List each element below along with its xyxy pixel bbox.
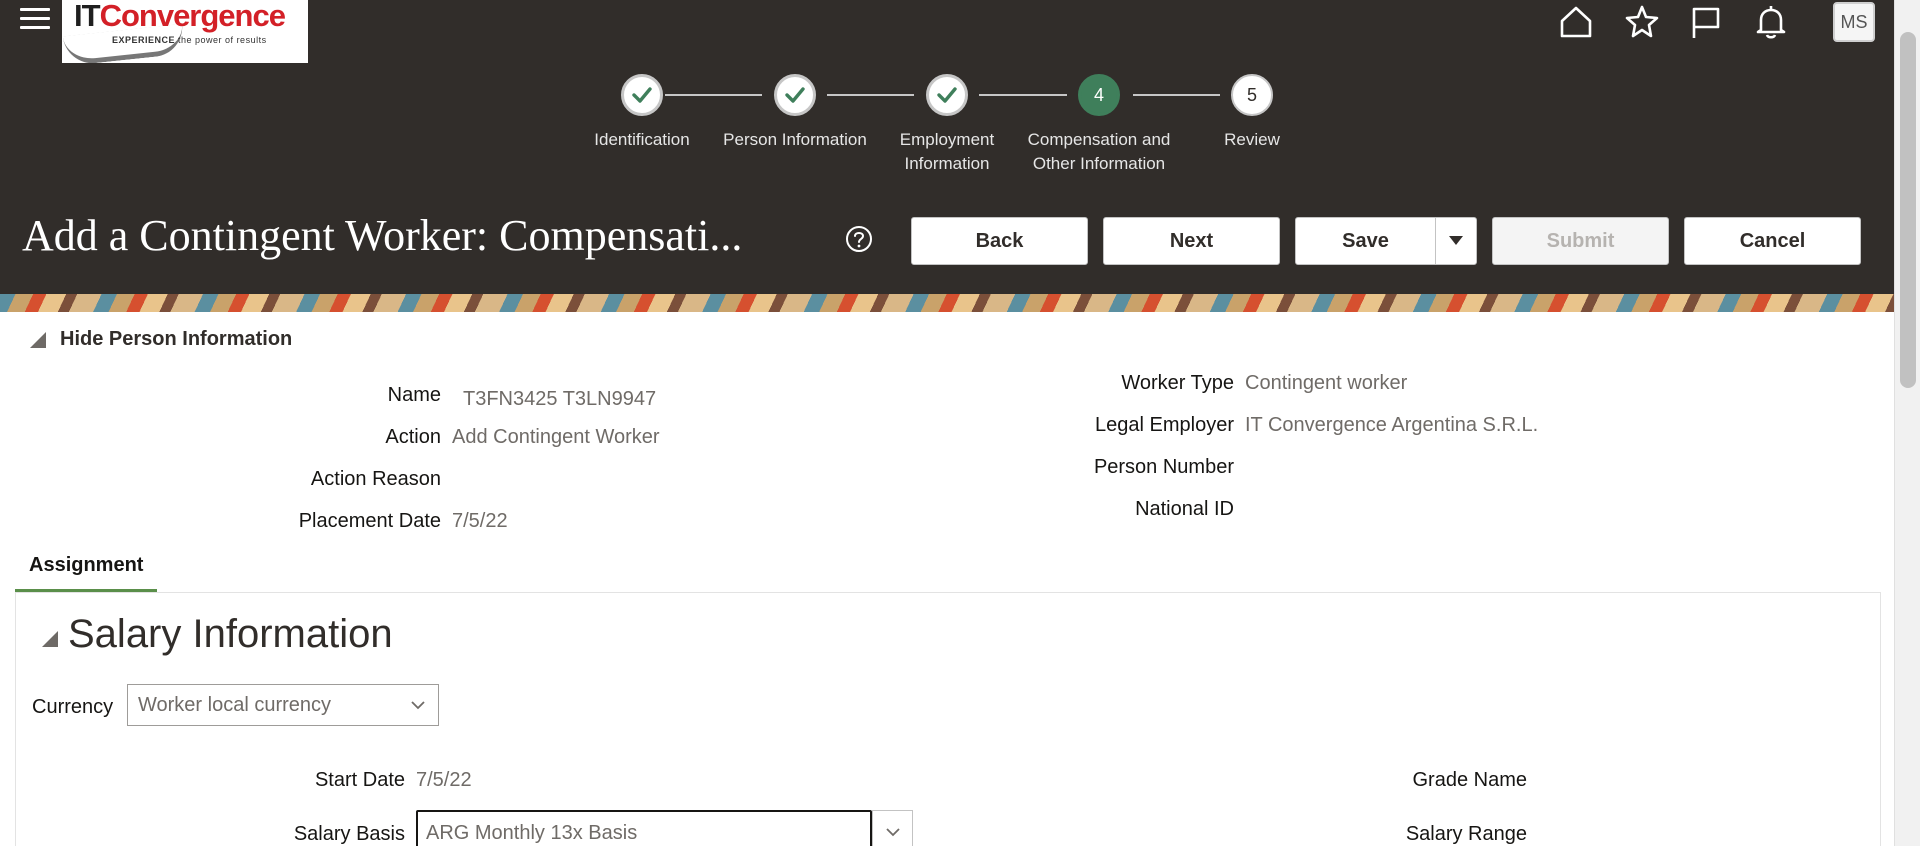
check-icon (621, 74, 663, 116)
process-train: Identification Person Information Employ… (0, 74, 1894, 184)
placement-date-label: Placement Date (298, 510, 441, 532)
start-date-value: 7/5/22 (416, 769, 472, 791)
salary-information-section-toggle[interactable]: Salary Information (42, 612, 393, 657)
chevron-down-icon (885, 828, 900, 837)
name-value: T3FN3425 T3LN9947 (463, 388, 657, 410)
action-label: Action (385, 426, 441, 448)
currency-label: Currency (32, 696, 114, 718)
back-button[interactable]: Back (911, 217, 1088, 265)
step-number: 5 (1231, 74, 1273, 116)
train-step-person-information[interactable]: Person Information (710, 74, 880, 152)
train-step-label: Identification (594, 130, 690, 149)
train-step-compensation[interactable]: 4 Compensation and Other Information (1014, 74, 1184, 176)
collapse-triangle-icon (30, 331, 46, 348)
start-date-label: Start Date (314, 769, 405, 791)
check-icon (774, 74, 816, 116)
train-step-identification[interactable]: Identification (557, 74, 727, 152)
salary-basis-dropdown-button[interactable] (872, 810, 913, 846)
placement-date-value: 7/5/22 (452, 510, 508, 532)
save-options-dropdown-icon[interactable] (1436, 218, 1476, 264)
salary-range-label: Salary Range (1405, 823, 1527, 845)
hide-person-information-toggle[interactable]: Hide Person Information (30, 328, 292, 351)
legal-employer-label: Legal Employer (1095, 414, 1234, 436)
help-icon[interactable] (845, 225, 873, 253)
legal-employer-value: IT Convergence Argentina S.R.L. (1245, 414, 1539, 436)
page-scrollbar[interactable] (1894, 0, 1920, 846)
collapse-triangle-icon (42, 630, 58, 647)
chevron-down-icon (411, 701, 425, 710)
save-button[interactable]: Save (1296, 218, 1436, 264)
salary-basis-input[interactable]: ARG Monthly 13x Basis (416, 810, 872, 846)
cancel-button[interactable]: Cancel (1684, 217, 1861, 265)
favorites-icon[interactable] (1624, 4, 1660, 40)
action-value: Add Contingent Worker (452, 426, 660, 448)
action-reason-label: Action Reason (310, 468, 441, 490)
notifications-bell-icon[interactable] (1753, 4, 1789, 40)
train-step-label: Employment Information (899, 130, 995, 173)
worker-type-label: Worker Type (1121, 372, 1234, 394)
train-step-label: Person Information (723, 130, 867, 149)
save-split-button: Save (1295, 217, 1477, 265)
tab-assignment[interactable]: Assignment (15, 551, 158, 593)
train-step-review[interactable]: 5 Review (1167, 74, 1337, 152)
submit-button[interactable]: Submit (1492, 217, 1669, 265)
navigator-menu-icon[interactable] (20, 8, 50, 34)
step-number-current: 4 (1078, 74, 1120, 116)
currency-select[interactable]: Worker local currency (127, 684, 439, 726)
train-step-label: Review (1224, 130, 1280, 149)
train-step-label: Compensation and Other Information (1027, 130, 1171, 173)
decorative-banner (0, 294, 1894, 312)
home-icon[interactable] (1558, 4, 1594, 40)
user-avatar[interactable]: MS (1833, 2, 1875, 42)
watchlist-flag-icon[interactable] (1688, 4, 1724, 40)
page-title: Add a Contingent Worker: Compensati... (22, 211, 743, 260)
train-step-employment-information[interactable]: Employment Information (862, 74, 1032, 176)
company-logo[interactable]: ITConvergence EXPERIENCE the power of re… (62, 0, 308, 63)
national-id-label: National ID (1135, 498, 1234, 520)
next-button[interactable]: Next (1103, 217, 1280, 265)
scrollbar-thumb[interactable] (1900, 32, 1916, 388)
person-number-label: Person Number (1093, 456, 1234, 478)
page-header: ITConvergence EXPERIENCE the power of re… (0, 0, 1894, 294)
worker-type-value: Contingent worker (1245, 372, 1408, 394)
check-icon (926, 74, 968, 116)
salary-basis-label: Salary Basis (293, 823, 405, 845)
name-label: Name (387, 384, 441, 406)
grade-name-label: Grade Name (1412, 769, 1528, 791)
